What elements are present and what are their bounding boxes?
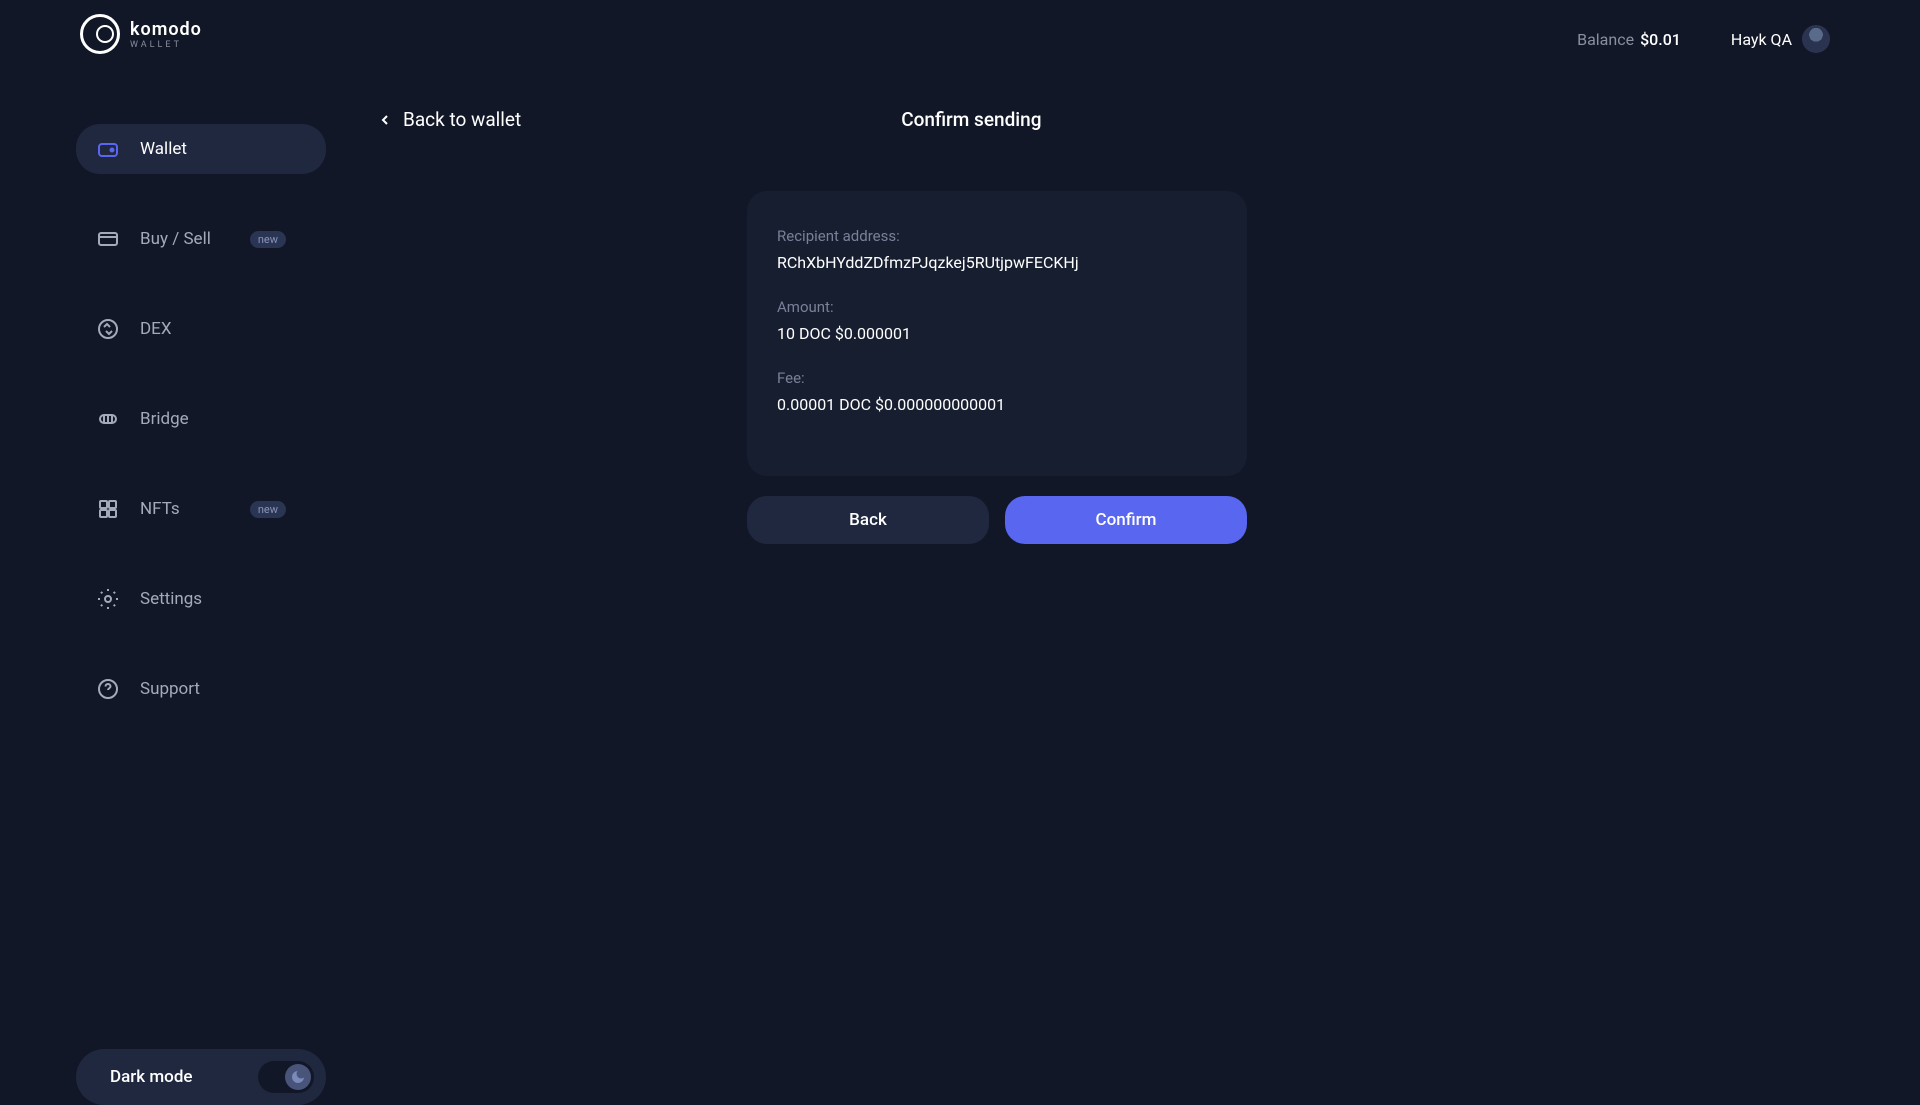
user-menu[interactable]: Hayk QA xyxy=(1731,25,1830,53)
fee-value: 0.00001 DOC $0.000000000001 xyxy=(777,395,1217,414)
header: Balance $0.01 Hayk QA xyxy=(357,0,1920,53)
main-content: Balance $0.01 Hayk QA Back to wallet Con… xyxy=(327,0,1920,1012)
back-link-label: Back to wallet xyxy=(403,108,521,131)
dark-mode-toggle-container: Dark mode xyxy=(76,1049,326,1105)
sidebar-item-nfts[interactable]: NFTs new xyxy=(76,484,326,534)
new-badge: new xyxy=(250,231,286,248)
new-badge: new xyxy=(250,501,286,518)
recipient-label: Recipient address: xyxy=(777,227,1217,245)
sidebar-item-label: Settings xyxy=(140,589,202,609)
bridge-icon xyxy=(96,407,120,431)
sidebar-item-label: Buy / Sell xyxy=(140,229,211,249)
swap-icon xyxy=(96,317,120,341)
amount-value: 10 DOC $0.000001 xyxy=(777,324,1217,343)
amount-row: Amount: 10 DOC $0.000001 xyxy=(777,298,1217,343)
balance-value: $0.01 xyxy=(1640,30,1681,49)
sidebar-item-support[interactable]: Support xyxy=(76,664,326,714)
back-to-wallet-link[interactable]: Back to wallet xyxy=(377,108,521,131)
avatar xyxy=(1802,25,1830,53)
logo-main-text: komodo xyxy=(130,19,202,40)
komodo-logo-icon xyxy=(80,14,120,54)
toggle-knob xyxy=(285,1064,311,1090)
balance-label: Balance xyxy=(1577,30,1634,49)
sidebar-item-buy-sell[interactable]: Buy / Sell new xyxy=(76,214,326,264)
breadcrumb: Back to wallet Confirm sending xyxy=(377,108,1920,131)
gear-icon xyxy=(96,587,120,611)
dark-mode-toggle[interactable] xyxy=(258,1061,314,1093)
recipient-value: RChXbHYddZDfmzPJqzkej5RUtjpwFECKHj xyxy=(777,253,1217,272)
main-nav: Wallet Buy / Sell new DEX Bridge xyxy=(0,94,327,744)
card-icon xyxy=(96,227,120,251)
fee-label: Fee: xyxy=(777,369,1217,387)
username: Hayk QA xyxy=(1731,30,1792,49)
content-area: Back to wallet Confirm sending Recipient… xyxy=(357,53,1920,544)
balance-display: Balance $0.01 xyxy=(1577,30,1681,49)
grid-icon xyxy=(96,497,120,521)
sidebar: komodo WALLET Wallet Buy / Sell new xyxy=(0,0,327,1012)
sidebar-item-label: Wallet xyxy=(140,139,187,159)
wallet-icon xyxy=(96,137,120,161)
action-buttons: Back Confirm xyxy=(747,496,1247,544)
confirm-card: Recipient address: RChXbHYddZDfmzPJqzkej… xyxy=(747,191,1247,476)
dark-mode-label: Dark mode xyxy=(110,1067,193,1087)
sidebar-item-bridge[interactable]: Bridge xyxy=(76,394,326,444)
fee-row: Fee: 0.00001 DOC $0.000000000001 xyxy=(777,369,1217,414)
sidebar-item-label: Bridge xyxy=(140,409,189,429)
amount-label: Amount: xyxy=(777,298,1217,316)
sidebar-item-label: DEX xyxy=(140,319,171,339)
sidebar-item-label: NFTs xyxy=(140,499,180,519)
logo-sub-text: WALLET xyxy=(130,40,202,50)
page-title: Confirm sending xyxy=(901,108,1041,131)
help-icon xyxy=(96,677,120,701)
sidebar-item-settings[interactable]: Settings xyxy=(76,574,326,624)
logo-text: komodo WALLET xyxy=(130,19,202,50)
confirm-button[interactable]: Confirm xyxy=(1005,496,1247,544)
sidebar-item-wallet[interactable]: Wallet xyxy=(76,124,326,174)
sidebar-item-dex[interactable]: DEX xyxy=(76,304,326,354)
app-logo[interactable]: komodo WALLET xyxy=(0,14,327,94)
sidebar-item-label: Support xyxy=(140,679,200,699)
chevron-left-icon xyxy=(377,112,393,128)
back-button[interactable]: Back xyxy=(747,496,989,544)
recipient-row: Recipient address: RChXbHYddZDfmzPJqzkej… xyxy=(777,227,1217,272)
